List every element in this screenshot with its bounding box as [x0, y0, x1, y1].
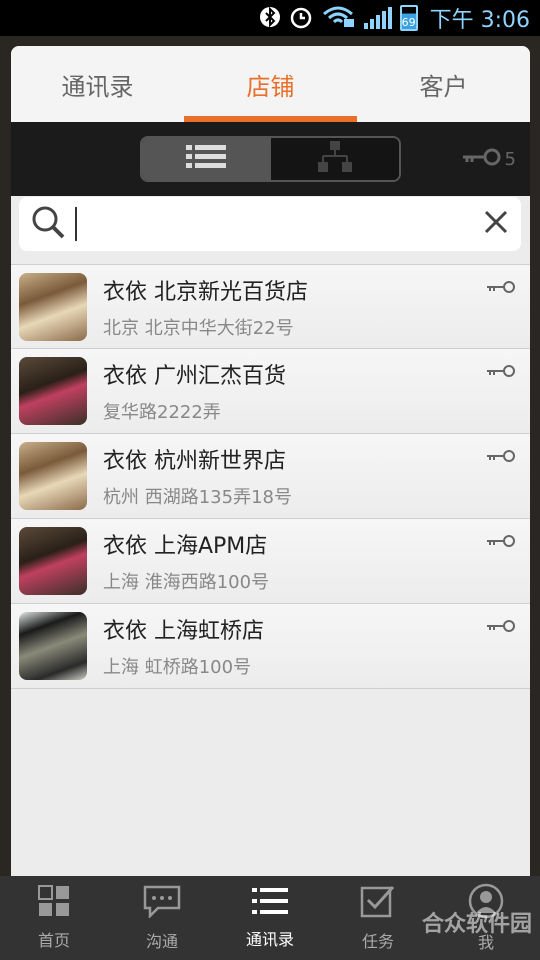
nav-chat-label: 沟通 [145, 932, 178, 951]
key-icon[interactable] [486, 279, 516, 298]
alarm-icon [288, 4, 314, 33]
nav-chat[interactable]: 沟通 [108, 876, 216, 960]
search-input[interactable] [75, 207, 483, 241]
store-address: 杭州 西湖路135弄18号 [103, 487, 292, 508]
store-thumbnail [19, 612, 87, 680]
key-icon[interactable] [486, 363, 516, 382]
nav-contacts-label: 通讯录 [245, 930, 294, 949]
search-icon [31, 205, 65, 243]
list-icon [251, 886, 289, 920]
nav-contacts[interactable]: 通讯录 [216, 876, 324, 960]
list-view-button[interactable] [142, 138, 270, 180]
checkbox-icon [360, 884, 396, 922]
main-card: 通讯录 店铺 客户 5 衣依 北京新光百货店 北京 北京中华大街22号 衣依 广… [11, 46, 530, 876]
store-row[interactable]: 衣依 上海虹桥店 上海 虹桥路100号 [11, 604, 530, 689]
key-icon [461, 148, 501, 171]
nav-tasks[interactable]: 任务 [324, 876, 432, 960]
key-icon[interactable] [486, 618, 516, 637]
battery-icon: 69 [399, 5, 418, 31]
store-thumbnail [19, 442, 87, 510]
tree-view-button[interactable] [270, 138, 399, 180]
store-row[interactable]: 衣依 上海APM店 上海 淮海西路100号 [11, 519, 530, 604]
store-thumbnail [19, 527, 87, 595]
tab-contacts[interactable]: 通讯录 [11, 46, 184, 122]
store-address: 上海 虹桥路100号 [103, 657, 252, 678]
store-list: 衣依 北京新光百货店 北京 北京中华大街22号 衣依 广州汇杰百货 复华路222… [11, 264, 530, 689]
wifi-lock-icon [322, 4, 356, 32]
tab-stores[interactable]: 店铺 [184, 46, 357, 122]
key-icon[interactable] [486, 533, 516, 552]
store-row[interactable]: 衣依 杭州新世界店 杭州 西湖路135弄18号 [11, 434, 530, 519]
store-thumbnail [19, 357, 87, 425]
store-name: 衣依 上海APM店 [103, 534, 268, 559]
bluetooth-icon [259, 5, 280, 32]
clear-icon[interactable] [483, 209, 509, 239]
home-grid-icon [38, 885, 70, 921]
store-address: 复华路2222弄 [103, 402, 221, 423]
store-address: 北京 北京中华大街22号 [103, 317, 294, 339]
key-count-value: 5 [504, 149, 516, 170]
search-bar [19, 197, 521, 251]
list-view-icon [184, 143, 228, 175]
store-row[interactable]: 衣依 北京新光百货店 北京 北京中华大街22号 [11, 264, 530, 349]
store-name: 衣依 广州汇杰百货 [103, 364, 286, 389]
store-thumbnail [19, 272, 87, 341]
key-icon[interactable] [486, 448, 516, 467]
top-tabs: 通讯录 店铺 客户 [11, 46, 530, 122]
hierarchy-icon [317, 140, 353, 178]
chat-bubble-icon [142, 884, 182, 922]
status-bar: 69 下午 3:06 [0, 0, 540, 36]
store-name: 衣依 杭州新世界店 [103, 449, 286, 474]
store-row[interactable]: 衣依 广州汇杰百货 复华路2222弄 [11, 349, 530, 434]
status-time: 下午 3:06 [429, 8, 530, 33]
signal-icon [363, 7, 392, 29]
watermark: 合众软件园 [421, 912, 532, 937]
view-toggle [140, 136, 401, 182]
nav-tasks-label: 任务 [361, 932, 394, 951]
store-address: 上海 淮海西路100号 [103, 572, 270, 593]
view-toolbar: 5 [11, 122, 530, 196]
store-name: 衣依 上海虹桥店 [103, 619, 264, 644]
store-name: 衣依 北京新光百货店 [103, 279, 308, 305]
nav-home-label: 首页 [37, 931, 70, 950]
nav-home[interactable]: 首页 [0, 876, 108, 960]
tab-customers[interactable]: 客户 [357, 46, 530, 122]
key-count: 5 [461, 148, 516, 171]
